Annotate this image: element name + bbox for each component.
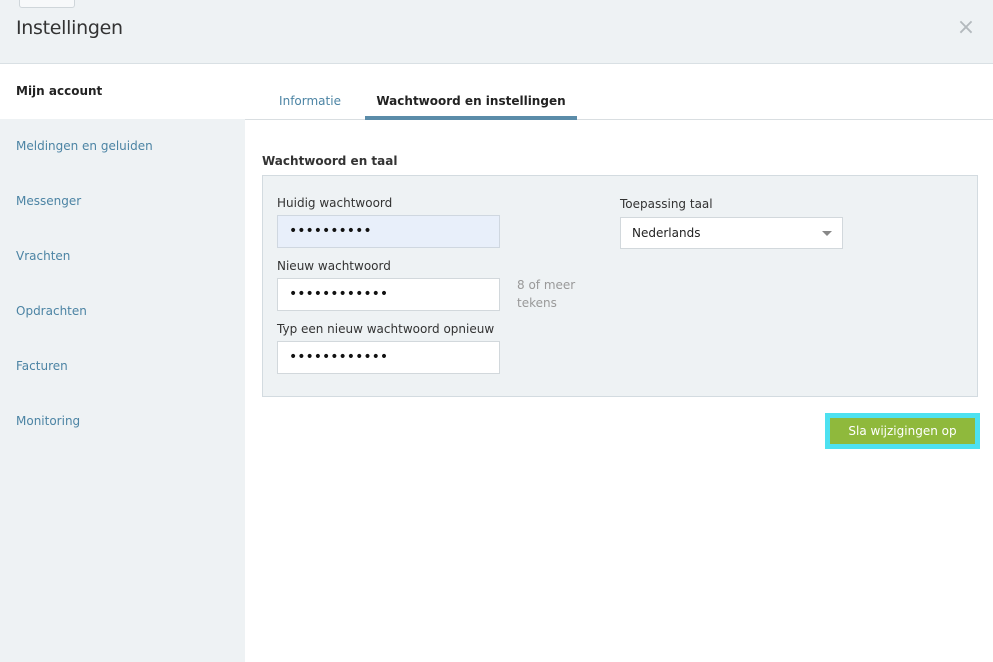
- settings-header: Instellingen ×: [0, 0, 993, 64]
- sidebar-item-opdrachten[interactable]: Opdrachten: [0, 284, 245, 339]
- new-password-field[interactable]: ••••••••••••: [277, 278, 500, 311]
- sidebar-item-facturen[interactable]: Facturen: [0, 339, 245, 394]
- header-tab-remnant: [19, 0, 75, 8]
- settings-sidebar: Mijn account Meldingen en geluiden Messe…: [0, 64, 245, 662]
- tab-informatie[interactable]: Informatie: [273, 94, 347, 120]
- language-select-value: Nederlands: [632, 226, 701, 240]
- tab-wachtwoord-en-instellingen[interactable]: Wachtwoord en instellingen: [365, 94, 577, 120]
- chevron-down-icon: [822, 231, 832, 236]
- repeat-password-field[interactable]: ••••••••••••: [277, 341, 500, 374]
- current-password-label: Huidig wachtwoord: [277, 196, 393, 210]
- save-button-focus-ring: Sla wijzigingen op: [825, 413, 980, 449]
- save-button[interactable]: Sla wijzigingen op: [830, 418, 975, 444]
- password-length-hint: 8 of meer tekens: [517, 278, 576, 310]
- tab-bar: Informatie Wachtwoord en instellingen: [245, 64, 993, 120]
- sidebar-item-meldingen-en-geluiden[interactable]: Meldingen en geluiden: [0, 119, 245, 174]
- language-select[interactable]: Nederlands: [620, 217, 843, 249]
- section-title: Wachtwoord en taal: [262, 154, 398, 168]
- sidebar-item-messenger[interactable]: Messenger: [0, 174, 245, 229]
- sidebar-item-monitoring[interactable]: Monitoring: [0, 394, 245, 449]
- repeat-password-label: Typ een nieuw wachtwoord opnieuw: [277, 322, 495, 336]
- sidebar-item-vrachten[interactable]: Vrachten: [0, 229, 245, 284]
- current-password-field[interactable]: ••••••••••: [277, 215, 500, 248]
- language-label: Toepassing taal: [620, 197, 713, 211]
- sidebar-item-mijn-account[interactable]: Mijn account: [0, 64, 245, 119]
- close-icon[interactable]: ×: [956, 17, 976, 39]
- page-title: Instellingen: [16, 17, 123, 39]
- new-password-label: Nieuw wachtwoord: [277, 259, 391, 273]
